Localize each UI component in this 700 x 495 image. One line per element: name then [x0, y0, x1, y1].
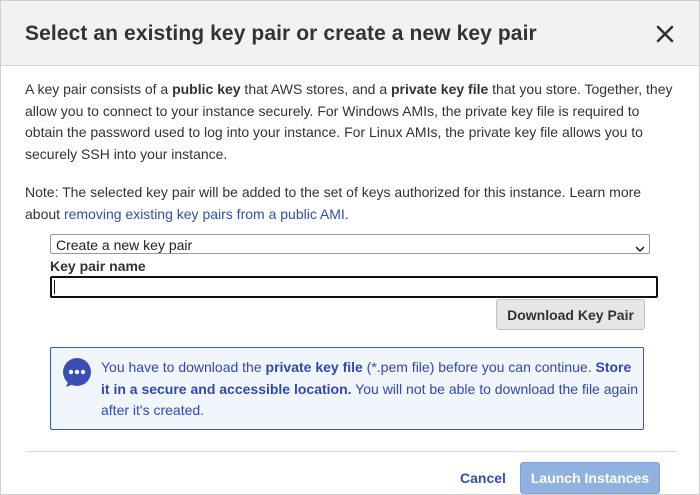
note-part: . [344, 205, 349, 222]
footer-divider [25, 451, 677, 452]
download-key-pair-button[interactable]: Download Key Pair [496, 299, 645, 330]
info-part: You have to download the [101, 359, 266, 375]
intro-part: that AWS stores, and a [240, 81, 391, 97]
intro-part: A key pair consists of a [25, 81, 173, 97]
info-bold-private-key-file: private key file [265, 359, 363, 375]
key-pair-select-value: Create a new key pair [56, 237, 193, 253]
close-icon[interactable] [654, 23, 676, 45]
text-caret [54, 280, 55, 294]
dialog-title: Select an existing key pair or create a … [25, 22, 537, 45]
info-message: You have to download the private key fil… [101, 357, 641, 422]
download-info-box: You have to download the private key fil… [50, 347, 644, 430]
remove-key-pairs-link[interactable]: removing existing key pairs from a publi… [64, 206, 345, 222]
key-pair-name-label: Key pair name [50, 258, 146, 274]
cancel-button[interactable]: Cancel [460, 470, 506, 486]
chevron-down-icon [635, 240, 645, 253]
intro-text: A key pair consists of a public key that… [25, 79, 677, 165]
key-pair-dialog: Select an existing key pair or create a … [0, 0, 700, 495]
info-part: (*.pem file) before you can continue. [362, 359, 596, 375]
intro-bold-public-key: public key [172, 81, 241, 97]
launch-instances-button[interactable]: Launch Instances [520, 462, 660, 494]
key-pair-name-input[interactable] [50, 276, 658, 298]
intro-bold-private-key-file: private key file [391, 81, 489, 97]
key-pair-select[interactable]: Create a new key pair [50, 234, 650, 254]
dialog-header: Select an existing key pair or create a … [1, 1, 699, 66]
chat-bubble-icon [62, 358, 92, 388]
note-text: Note: The selected key pair will be adde… [25, 182, 677, 225]
